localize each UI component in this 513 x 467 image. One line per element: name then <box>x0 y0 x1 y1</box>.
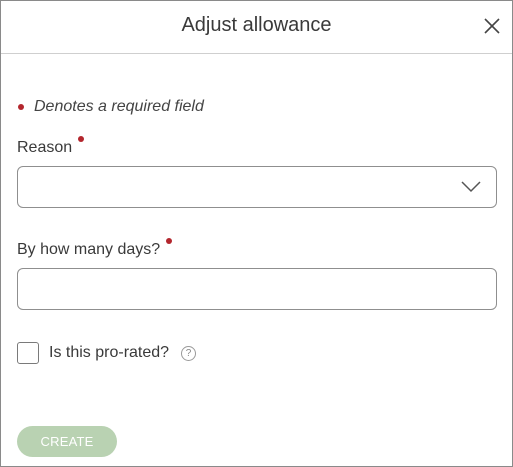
reason-label: Reason <box>17 136 85 157</box>
reason-label-text: Reason <box>17 139 73 156</box>
close-button[interactable] <box>482 16 502 36</box>
dialog-title: Adjust allowance <box>181 14 332 36</box>
prorated-label: Is this pro-rated? <box>49 344 170 361</box>
reason-select[interactable] <box>17 166 497 208</box>
help-icon[interactable]: ? <box>181 345 197 361</box>
close-icon <box>484 18 500 34</box>
required-marker <box>18 104 24 110</box>
required-marker <box>78 136 85 142</box>
days-label-text: By how many days? <box>17 241 161 258</box>
required-marker <box>166 238 173 244</box>
days-input[interactable] <box>17 268 497 310</box>
create-button[interactable]: CREATE <box>17 426 117 457</box>
dialog-header: Adjust allowance <box>1 1 512 54</box>
prorated-checkbox[interactable] <box>17 342 39 364</box>
required-field-note: Denotes a required field <box>17 97 204 117</box>
required-note-text: Denotes a required field <box>34 98 204 115</box>
chevron-down-icon <box>461 181 481 193</box>
days-label: By how many days? <box>17 238 173 259</box>
prorated-row: Is this pro-rated? ? <box>17 342 197 364</box>
adjust-allowance-dialog: Adjust allowance Denotes a required fiel… <box>0 0 513 467</box>
